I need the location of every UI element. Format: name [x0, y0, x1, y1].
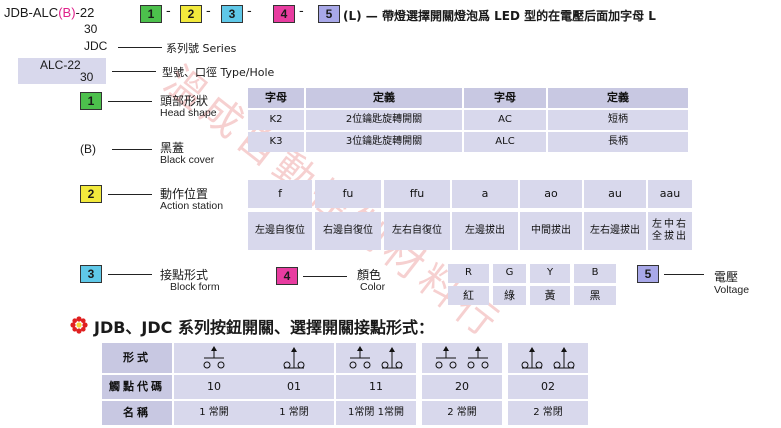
voltage-en: Voltage [714, 284, 750, 296]
dash-2: - [206, 4, 211, 19]
series-line [118, 47, 162, 48]
action-en: Action station [160, 200, 224, 212]
type-code-1: ALC-22 [40, 58, 81, 72]
b-code: (B) [58, 5, 76, 20]
head-r1-c3: AC [464, 110, 546, 130]
action-code-cell: fu [315, 180, 381, 208]
black-en: Black cover [160, 154, 215, 166]
head-r2-c1: K3 [248, 132, 304, 152]
color-name-cell: 綠 [493, 286, 526, 305]
contact-name-cell: 1 常開 [174, 401, 254, 425]
block-line [108, 274, 152, 275]
block-en: Block form [170, 281, 220, 293]
action-desc-cell: 左中右全拔出 [648, 212, 692, 250]
voltage-line [664, 274, 704, 275]
head-col-3: 字母 [464, 88, 546, 108]
head-col-4: 定義 [548, 88, 688, 108]
head-r2-c2: 3位鑰匙旋轉開關 [306, 132, 462, 152]
type-code-2: 30 [80, 70, 94, 84]
type-line [112, 71, 156, 72]
action-num-box: 2 [80, 185, 102, 203]
contact-symbol-icon [254, 343, 334, 373]
voltage-zh: 電壓 [714, 270, 739, 284]
contact-symbol-icon [422, 343, 502, 373]
flower-icon [70, 316, 88, 338]
contact-symbol-icon [336, 343, 416, 373]
action-code-cell: aau [648, 180, 692, 208]
head-r1-c2: 2位鑰匙旋轉開關 [306, 110, 462, 130]
action-desc-cell: 左右自復位 [384, 212, 450, 250]
action-desc-cell: 左右邊拔出 [584, 212, 646, 250]
block-num-box: 3 [80, 265, 102, 283]
contact-symbol-icon [174, 343, 254, 373]
contact-symbol-icon [508, 343, 588, 373]
sub-30: 30 [84, 22, 98, 36]
head-r2-c4: 長柄 [548, 132, 688, 152]
black-line [112, 149, 152, 150]
dash-3: - [247, 4, 252, 19]
prefix-text: JDB-ALC [4, 5, 59, 20]
color-name-cell: 紅 [448, 286, 489, 305]
contact-name-cell: 1 常閉 [254, 401, 334, 425]
color-line [303, 276, 347, 277]
contact-row-label: 形式 [102, 343, 172, 373]
contact-name-cell: 2 常開 [422, 401, 502, 425]
action-code-cell: f [248, 180, 312, 208]
voltage-num-box: 5 [637, 265, 659, 283]
box-3: 3 [221, 5, 243, 23]
series-label: 系列號 Series [166, 42, 237, 55]
contact-code-cell: 01 [254, 375, 334, 399]
action-desc-cell: 中間拔出 [520, 212, 582, 250]
box-4: 4 [273, 5, 295, 23]
color-name-cell: 黑 [574, 286, 616, 305]
color-code-cell: R [448, 264, 489, 283]
action-desc-cell: 左邊拔出 [452, 212, 518, 250]
action-code-cell: ao [520, 180, 582, 208]
contact-code-cell: 10 [174, 375, 254, 399]
head-r1-c4: 短柄 [548, 110, 688, 130]
type-label: 型號、口徑 Type/Hole [162, 66, 275, 79]
head-en: Head shape [160, 107, 217, 119]
box-2: 2 [180, 5, 202, 23]
contact-row-label: 名稱 [102, 401, 172, 425]
model-prefix: JDB-ALC(B)-22 [4, 5, 94, 20]
head-col-1: 字母 [248, 88, 304, 108]
color-code-cell: Y [530, 264, 570, 283]
color-code-cell: B [574, 264, 616, 283]
action-line [108, 194, 152, 195]
contact-heading: JDB、JDC 系列按鈕開關、選擇開關接點形式： [94, 318, 434, 337]
contact-code-cell: 02 [508, 375, 588, 399]
action-code-cell: a [452, 180, 518, 208]
contact-code-cell: 11 [336, 375, 416, 399]
contact-name-cell: 1常閉 1常開 [336, 401, 416, 425]
contact-code-cell: 20 [422, 375, 502, 399]
head-line [108, 101, 152, 102]
color-name-cell: 黃 [530, 286, 570, 305]
color-en: Color [360, 281, 386, 293]
suffix-text: -22 [75, 5, 95, 20]
contact-row-label: 觸點代碼 [102, 375, 172, 399]
series-code: JDC [84, 39, 108, 53]
head-num-box: 1 [80, 92, 102, 110]
action-desc-cell: 左邊自復位 [248, 212, 312, 250]
color-code-cell: G [493, 264, 526, 283]
head-r2-c3: ALC [464, 132, 546, 152]
dash-1: - [166, 4, 171, 19]
color-num-box: 4 [276, 267, 298, 285]
box-5: 5 [318, 5, 340, 23]
title-tail: (L) — 帶燈選擇開關燈泡爲 LED 型的在電壓后面加字母 L [343, 9, 656, 23]
action-code-cell: au [584, 180, 646, 208]
head-col-2: 定義 [306, 88, 462, 108]
action-desc-cell: 右邊自復位 [315, 212, 381, 250]
box-1: 1 [140, 5, 162, 23]
black-code: (B) [80, 142, 96, 156]
dash-4: - [299, 4, 304, 19]
contact-name-cell: 2 常閉 [508, 401, 588, 425]
head-r1-c1: K2 [248, 110, 304, 130]
action-code-cell: ffu [384, 180, 450, 208]
